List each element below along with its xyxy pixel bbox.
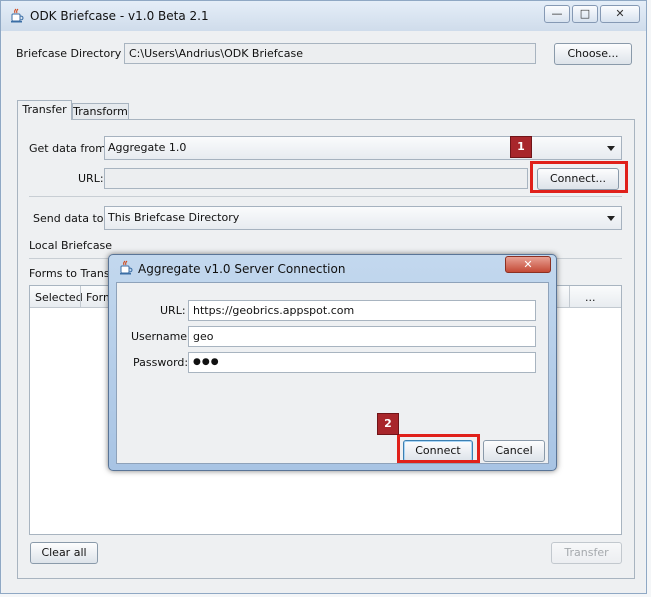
chevron-down-icon [607, 216, 615, 221]
briefcase-directory-field[interactable]: C:\Users\Andrius\ODK Briefcase [124, 43, 536, 64]
dialog-body: URL: https://geobrics.appspot.com Userna… [116, 282, 549, 464]
column-selected[interactable]: Selected [35, 291, 83, 305]
annotation-highlight-connect [530, 161, 628, 193]
java-cup-icon [120, 260, 133, 275]
dialog-password-label: Password: [133, 356, 189, 369]
close-icon: ✕ [615, 7, 625, 20]
dialog-cancel-button[interactable]: Cancel [483, 440, 545, 462]
dialog-url-field[interactable]: https://geobrics.appspot.com [188, 300, 536, 321]
server-connection-dialog: Aggregate v1.0 Server Connection ✕ URL: … [108, 254, 557, 471]
window-title: ODK Briefcase - v1.0 Beta 2.1 [30, 9, 209, 23]
column-divider [80, 286, 81, 308]
minimize-button[interactable]: — [544, 5, 570, 23]
url-label: URL: [78, 172, 104, 185]
get-data-combo[interactable]: Aggregate 1.0 [104, 136, 622, 160]
clear-all-button[interactable]: Clear all [30, 542, 98, 564]
get-data-label: Get data from: [29, 142, 110, 155]
transfer-button[interactable]: Transfer [551, 542, 622, 564]
dialog-close-button[interactable]: ✕ [505, 256, 551, 273]
title-bar[interactable]: ODK Briefcase - v1.0 Beta 2.1 — □ ✕ [1, 1, 646, 31]
briefcase-directory-label: Briefcase Directory [16, 47, 122, 60]
tab-transfer[interactable]: Transfer [17, 100, 72, 120]
url-field[interactable] [104, 168, 528, 189]
annotation-badge-1: 1 [510, 136, 532, 158]
chevron-down-icon [607, 146, 615, 151]
choose-button[interactable]: Choose... [554, 43, 632, 65]
dialog-username-field[interactable]: geo [188, 326, 536, 347]
maximize-icon: □ [579, 7, 591, 20]
maximize-button[interactable]: □ [572, 5, 598, 23]
minimize-icon: — [551, 7, 563, 20]
close-button[interactable]: ✕ [600, 5, 640, 23]
send-data-label: Send data to: [33, 212, 108, 225]
get-data-value: Aggregate 1.0 [108, 141, 187, 154]
annotation-highlight-dialog-connect [397, 434, 480, 463]
close-icon: ✕ [523, 258, 533, 271]
send-data-combo[interactable]: This Briefcase Directory [104, 206, 622, 230]
tab-transform[interactable]: Transform [72, 103, 129, 120]
java-cup-icon [11, 8, 24, 23]
column-divider [569, 286, 570, 308]
dialog-title: Aggregate v1.0 Server Connection [138, 262, 346, 276]
dialog-password-field[interactable]: ●●● [188, 352, 536, 373]
send-data-value: This Briefcase Directory [108, 211, 240, 224]
local-briefcase-label: Local Briefcase [29, 239, 113, 252]
divider [29, 196, 622, 197]
dialog-username-label: Username: [131, 330, 191, 343]
column-more[interactable]: ... [585, 291, 596, 305]
dialog-url-label: URL: [160, 304, 186, 317]
annotation-badge-2: 2 [377, 413, 399, 435]
